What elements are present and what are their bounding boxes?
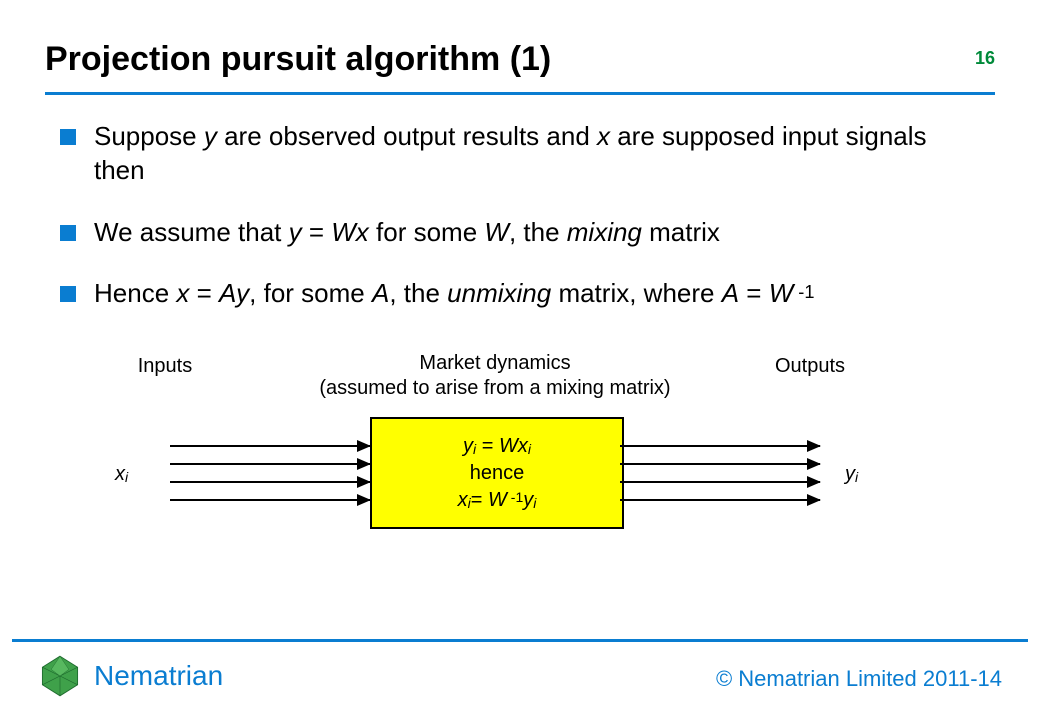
page-number: 16 (975, 48, 995, 69)
text: matrix (642, 217, 720, 247)
text: , the (389, 278, 447, 308)
text: = (189, 278, 219, 308)
exp: -1 (507, 489, 523, 505)
slide-title: Projection pursuit algorithm (1) (45, 40, 551, 78)
bullet-marker-icon (60, 129, 76, 145)
bullet-1: Suppose y are observed output results an… (60, 120, 980, 188)
text: = (471, 489, 488, 511)
mixing-diagram: Inputs Market dynamics (assumed to arise… (90, 355, 910, 585)
box-line-2: hence (470, 460, 525, 487)
text: matrix, where (551, 278, 722, 308)
var: W (488, 489, 507, 511)
var: x (115, 463, 125, 485)
arrow-icon (170, 445, 370, 447)
bullet-3-text: Hence x = Ay, for some A, the unmixing m… (94, 277, 980, 311)
var: W (484, 217, 509, 247)
text: = (476, 435, 499, 457)
arrow-icon (620, 499, 820, 501)
slide: Projection pursuit algorithm (1) 16 Supp… (0, 0, 1040, 720)
arrow-icon (620, 463, 820, 465)
footer-brand: Nematrian (38, 654, 223, 698)
arrow-icon (170, 463, 370, 465)
copyright-text: © Nematrian Limited 2011-14 (716, 666, 1002, 692)
title-divider (45, 92, 995, 95)
var: Wx (499, 435, 528, 457)
output-arrows (620, 435, 820, 515)
footer-divider (12, 639, 1028, 642)
brand-name: Nematrian (94, 660, 223, 692)
output-variable-label: yi (845, 463, 858, 486)
var: W (769, 278, 794, 308)
box-line-3: xi= W -1yi (458, 487, 537, 514)
text: , the (509, 217, 567, 247)
var: A (372, 278, 389, 308)
var: Ay (219, 278, 249, 308)
text: Suppose (94, 121, 204, 151)
bullet-2: We assume that y = Wx for some W, the mi… (60, 216, 980, 250)
center-label: Market dynamics (assumed to arise from a… (285, 351, 705, 401)
center-label-line2: (assumed to arise from a mixing matrix) (319, 377, 670, 399)
var: y (463, 435, 473, 457)
bullet-marker-icon (60, 225, 76, 241)
center-label-line1: Market dynamics (419, 352, 570, 374)
arrow-icon (170, 481, 370, 483)
outputs-label: Outputs (750, 355, 870, 378)
em-mixing: mixing (567, 217, 642, 247)
var: y (523, 489, 533, 511)
em-unmixing: unmixing (447, 278, 551, 308)
text: = (302, 217, 332, 247)
var-y: y (204, 121, 217, 151)
bullet-2-text: We assume that y = Wx for some W, the mi… (94, 216, 980, 250)
sub: i (125, 469, 128, 485)
sub: i (533, 495, 536, 511)
text: Hence (94, 278, 176, 308)
footer: Nematrian © Nematrian Limited 2011-14 (0, 650, 1040, 698)
input-variable-label: xi (115, 463, 128, 486)
box-line-1: yi = Wxi (463, 433, 531, 460)
bullet-1-text: Suppose y are observed output results an… (94, 120, 980, 188)
text: We assume that (94, 217, 289, 247)
sub: i (855, 469, 858, 485)
arrow-icon (170, 499, 370, 501)
var: x (176, 278, 189, 308)
sub: i (528, 441, 531, 457)
input-arrows (170, 435, 370, 515)
bullet-marker-icon (60, 286, 76, 302)
text: = (739, 278, 769, 308)
var: y (845, 463, 855, 485)
arrow-icon (620, 445, 820, 447)
var: A (722, 278, 739, 308)
bullet-3: Hence x = Ay, for some A, the unmixing m… (60, 277, 980, 311)
var: y (289, 217, 302, 247)
mixing-box: yi = Wxi hence xi= W -1yi (370, 417, 624, 529)
content-area: Suppose y are observed output results an… (60, 120, 980, 339)
inputs-label: Inputs (105, 355, 225, 378)
text: , for some (249, 278, 372, 308)
var-x: x (597, 121, 610, 151)
text: are observed output results and (217, 121, 597, 151)
arrow-icon (620, 481, 820, 483)
var: x (458, 489, 468, 511)
var: Wx (331, 217, 369, 247)
title-row: Projection pursuit algorithm (1) (45, 40, 995, 79)
exp: -1 (793, 282, 814, 302)
logo-icon (38, 654, 82, 698)
text: for some (369, 217, 485, 247)
